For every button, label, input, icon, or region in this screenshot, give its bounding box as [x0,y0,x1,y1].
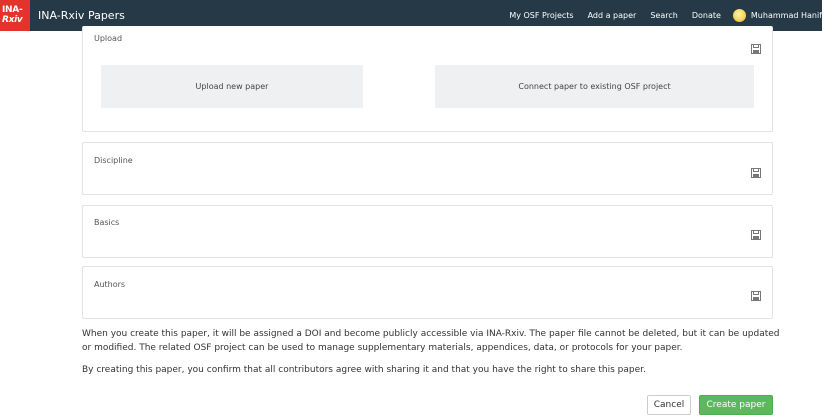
discipline-section-title: Discipline [94,156,133,165]
avatar [732,9,746,22]
save-icon[interactable] [751,44,761,54]
nav-link-donate[interactable]: Donate [692,11,721,20]
nav-link-add-paper[interactable]: Add a paper [588,11,637,20]
create-paper-button[interactable]: Create paper [699,395,773,415]
brand-title[interactable]: INA-Rxiv Papers [38,9,125,22]
save-icon[interactable] [751,230,761,240]
nav-link-search[interactable]: Search [650,11,677,20]
user-menu[interactable]: Muhammad Hanif [732,9,822,22]
upload-section: Upload Upload new paper Connect paper to… [82,26,773,132]
upload-section-title: Upload [94,34,123,43]
basics-section-title: Basics [94,218,120,227]
authors-section[interactable]: Authors [82,266,773,319]
save-icon[interactable] [751,291,761,301]
logo-text-bottom: Rxiv [2,15,23,25]
consent-notice-text: By creating this paper, you confirm that… [82,365,646,375]
basics-section[interactable]: Basics [82,205,773,258]
discipline-section[interactable]: Discipline [82,142,773,195]
cancel-button-label: Cancel [653,400,685,410]
user-name: Muhammad Hanif [750,11,822,20]
authors-section-title: Authors [94,280,126,289]
connect-existing-project-label: Connect paper to existing OSF project [518,82,671,91]
save-icon[interactable] [751,168,761,178]
logo-text-top: INA- [2,5,23,15]
nav-link-my-osf-projects[interactable]: My OSF Projects [509,11,573,20]
doi-notice-text: When you create this paper, it will be a… [82,329,780,353]
connect-existing-project-button[interactable]: Connect paper to existing OSF project [435,65,754,108]
create-paper-button-label: Create paper [706,400,766,410]
upload-new-paper-button[interactable]: Upload new paper [101,65,363,108]
upload-new-paper-label: Upload new paper [195,82,269,91]
cancel-button[interactable]: Cancel [647,395,691,415]
site-logo[interactable]: INA- Rxiv [0,0,30,31]
